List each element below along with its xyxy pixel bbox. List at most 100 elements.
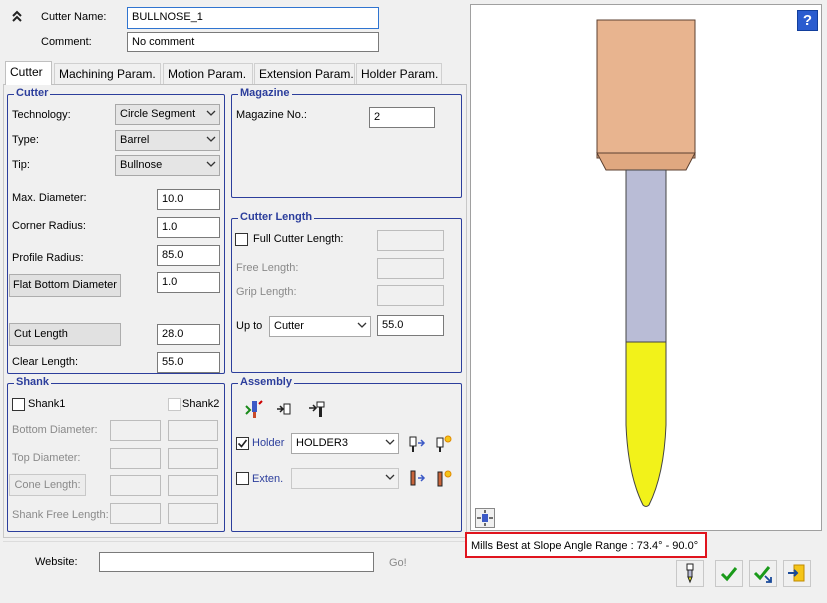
magazine-no-label: Magazine No.: [236,109,307,121]
holder-label: Holder [252,437,285,449]
grip-length-input[interactable] [377,285,444,306]
cone-length-input-1[interactable] [110,475,161,496]
type-select[interactable]: Barrel [115,130,220,151]
slope-range-box: Mills Best at Slope Angle Range : 73.4° … [465,532,707,558]
exten-select[interactable] [291,468,399,489]
fit-view-icon[interactable] [475,508,495,528]
tab-cutter[interactable]: Cutter [5,61,52,85]
checkmark-icon [237,439,248,448]
grip-length-label: Grip Length: [236,286,297,298]
shank1-checkbox[interactable] [12,398,25,411]
help-icon[interactable]: ? [797,10,818,31]
profile-radius-label: Profile Radius: [12,252,84,264]
cutter-length-group-title: Cutter Length [238,211,315,223]
tool-library-button[interactable] [676,560,704,587]
technology-label: Technology: [12,109,71,121]
top-diameter-input-1[interactable] [110,448,161,469]
shank-group-title: Shank [14,376,52,388]
shank-free-length-label: Shank Free Length: [12,509,109,521]
up-to-value: Cutter [274,320,304,332]
cone-length-input-2[interactable] [168,475,218,496]
tab-holder-param[interactable]: Holder Param. [356,63,442,84]
max-diameter-input[interactable]: 10.0 [157,189,220,210]
detach-extension-icon[interactable] [306,398,328,420]
shank1-label: Shank1 [28,398,66,410]
assembly-group: Assembly [231,376,462,532]
exten-label: Exten. [252,473,284,485]
magazine-no-input[interactable]: 2 [369,107,435,128]
tab-motion-param[interactable]: Motion Param. [163,63,253,84]
type-label: Type: [12,134,39,146]
assembly-tool-icon[interactable] [243,398,265,420]
comment-label: Comment: [41,36,92,48]
shank-free-length-input-1[interactable] [110,503,161,524]
corner-radius-label: Corner Radius: [12,220,86,232]
apply-button[interactable] [749,560,777,587]
top-diameter-input-2[interactable] [168,448,218,469]
full-cutter-length-input[interactable] [377,230,444,251]
bottom-diameter-input-1[interactable] [110,420,161,441]
tab-machining-param[interactable]: Machining Param. [54,63,161,84]
clear-length-input[interactable]: 55.0 [157,352,220,373]
comment-input[interactable]: No comment [127,32,379,52]
flat-bottom-diameter-button[interactable]: Flat Bottom Diameter [9,274,121,297]
cutter-group-title: Cutter [14,87,51,99]
chevron-down-icon [385,439,395,445]
footer-divider [3,541,467,542]
cut-length-button[interactable]: Cut Length [9,323,121,346]
shank-free-length-input-2[interactable] [168,503,218,524]
magazine-group-title: Magazine [238,87,292,99]
bottom-diameter-label: Bottom Diameter: [12,424,98,436]
profile-radius-input[interactable]: 85.0 [157,245,220,266]
detach-holder-icon[interactable] [274,398,296,420]
cutter-preview-drawing [596,19,696,507]
cut-length-input[interactable]: 28.0 [157,324,220,345]
full-cutter-length-checkbox[interactable] [235,233,248,246]
tip-label: Tip: [12,159,30,171]
holder-attach-icon[interactable] [405,433,427,455]
flat-bottom-diameter-input[interactable]: 1.0 [157,272,220,293]
cutter-name-input[interactable]: BULLNOSE_1 [127,7,379,29]
up-to-select[interactable]: Cutter [269,316,371,337]
exten-checkbox[interactable] [236,472,249,485]
corner-radius-input[interactable]: 1.0 [157,217,220,238]
go-button[interactable]: Go! [389,557,407,569]
up-to-length-input[interactable]: 55.0 [377,315,444,336]
holder-checkbox[interactable] [236,437,249,450]
cone-length-button[interactable]: Cone Length: [9,474,86,496]
exten-new-icon[interactable] [432,468,454,490]
holder-new-icon[interactable] [432,433,454,455]
chevron-down-icon [385,474,395,480]
cutter-name-label: Cutter Name: [41,11,107,23]
tip-select[interactable]: Bullnose [115,155,220,176]
apply-icon [753,566,772,583]
technology-select[interactable]: Circle Segment [115,104,220,125]
chevron-down-icon [206,161,216,167]
shank2-checkbox[interactable] [168,398,181,411]
max-diameter-label: Max. Diameter: [12,192,87,204]
technology-value: Circle Segment [120,108,196,120]
top-diameter-label: Top Diameter: [12,452,81,464]
tip-value: Bullnose [120,159,163,171]
ok-button[interactable] [715,560,743,587]
assembly-group-title: Assembly [238,376,294,388]
free-length-label: Free Length: [236,262,299,274]
collapse-icon[interactable] [10,9,24,23]
slope-range-text: Mills Best at Slope Angle Range : 73.4° … [471,540,699,552]
tab-extension-param[interactable]: Extension Param. [254,63,355,84]
holder-select[interactable]: HOLDER3 [291,433,399,454]
holder-value: HOLDER3 [296,437,348,449]
exten-attach-icon[interactable] [405,468,427,490]
website-label: Website: [35,556,78,568]
clear-length-label: Clear Length: [12,356,79,368]
exit-icon [788,564,805,582]
free-length-input[interactable] [377,258,444,279]
cutter-preview-panel [470,4,822,531]
tool-library-icon [686,563,694,584]
chevron-down-icon [206,110,216,116]
exit-button[interactable] [783,560,811,587]
bottom-diameter-input-2[interactable] [168,420,218,441]
checkmark-icon [720,567,738,582]
website-input[interactable] [99,552,374,572]
shank2-label: Shank2 [182,398,220,410]
